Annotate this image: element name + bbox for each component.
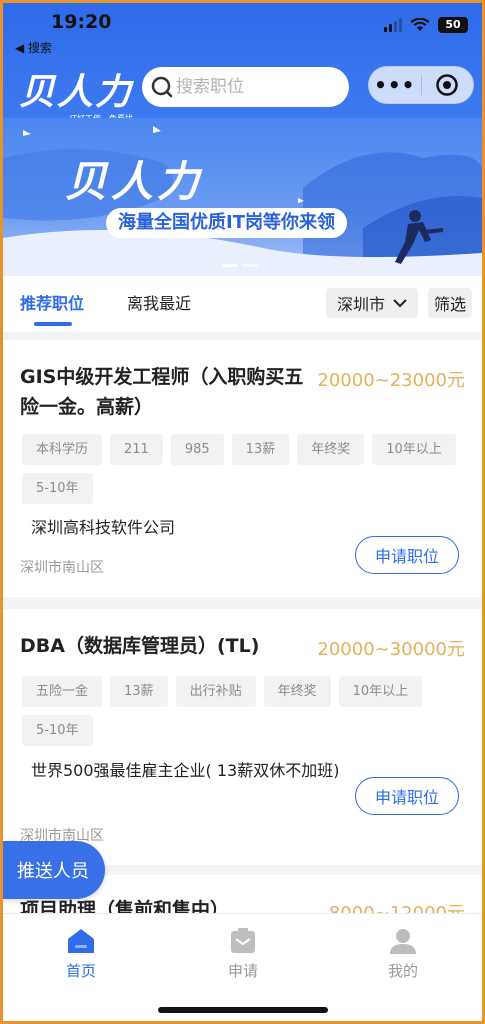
nav-mine-label: 我的 [387, 962, 418, 980]
back-to-search-link[interactable]: ◀ 搜索 [15, 39, 52, 56]
city-label: 深圳市 [336, 295, 385, 314]
job-tag: 10年以上 [338, 676, 423, 707]
target-close-icon [436, 74, 458, 96]
city-selector[interactable]: 深圳市 [326, 288, 418, 318]
cellular-signal-icon [384, 18, 402, 32]
job-tag: 985 [170, 434, 224, 465]
logo-text: 贝人力 [19, 72, 134, 113]
job-tag: 本科学历 [22, 434, 103, 465]
nav-apply[interactable]: 申请 [203, 926, 283, 981]
user-icon [390, 929, 416, 954]
banner-dot [242, 264, 258, 267]
nav-home-label: 首页 [65, 962, 96, 980]
nav-home[interactable]: 首页 [41, 926, 121, 981]
tab-recommended[interactable]: 推荐职位 [20, 290, 84, 314]
battery-icon: 50 [438, 17, 468, 33]
status-icons: 50 [384, 17, 468, 33]
job-tag: 5-10年 [22, 715, 93, 746]
more-options-button[interactable]: ••• [369, 75, 421, 95]
job-tag: 13薪 [110, 676, 168, 707]
home-icon [68, 929, 94, 953]
job-tag: 5-10年 [22, 473, 93, 504]
home-indicator [158, 1007, 328, 1013]
search-box[interactable] [142, 67, 349, 107]
banner-dot-active [222, 264, 238, 267]
nav-apply-label: 申请 [227, 962, 258, 980]
job-tag: 年终奖 [263, 676, 331, 707]
briefcase-icon [231, 928, 255, 953]
phone-screen: 19:20 ◀ 搜索 50 贝人力 IT好工作，免费找 [3, 3, 482, 1021]
job-salary: 20000~23000元 [317, 370, 465, 391]
banner-tagline: 海量全国优质IT岗等你来领 [106, 208, 347, 238]
close-miniprogram-button[interactable] [421, 73, 473, 97]
chevron-down-icon [393, 299, 407, 308]
job-tag: 年终奖 [297, 434, 365, 465]
wifi-icon [410, 18, 430, 31]
job-tags: 五险一金 13薪 出行补贴 年终奖 10年以上 5-10年 [22, 676, 462, 746]
company-name: 世界500强最佳雇主企业( 13薪双休不加班) [31, 761, 340, 780]
apply-job-button[interactable]: 申请职位 [355, 777, 459, 815]
job-tag: 10年以上 [372, 434, 456, 465]
job-tag: 211 [110, 434, 163, 465]
job-tag: 五险一金 [22, 676, 103, 707]
nav-mine[interactable]: 我的 [363, 926, 443, 981]
status-time: 19:20 [51, 11, 112, 33]
job-tag: 13薪 [231, 434, 290, 465]
app-logo: 贝人力 IT好工作，免费找 [19, 63, 133, 124]
push-candidates-button[interactable]: 推送人员 [3, 841, 105, 899]
active-tab-indicator [34, 322, 72, 326]
job-card[interactable]: DBA（数据库管理员）(TL) 20000~30000元 五险一金 13薪 出行… [3, 609, 482, 865]
apply-job-button[interactable]: 申请职位 [355, 536, 459, 574]
banner-title: 贝人力 [65, 157, 204, 206]
job-title: GIS中级开发工程师（入职购买五险一金。高薪） [20, 366, 304, 418]
job-salary: 20000~30000元 [317, 639, 465, 660]
job-tabs-bar: 推荐职位 离我最近 深圳市 筛选 [3, 276, 482, 332]
banner-pagination [222, 264, 258, 267]
job-card[interactable]: GIS中级开发工程师（入职购买五险一金。高薪） 20000~23000元 本科学… [3, 340, 482, 597]
job-location: 深圳市南山区 [20, 560, 104, 576]
tab-nearby[interactable]: 离我最近 [127, 290, 191, 314]
promo-banner[interactable]: 贝人力 海量全国优质IT岗等你来领 [3, 118, 482, 276]
job-title: DBA（数据库管理员）(TL) [20, 635, 260, 657]
app-header: 19:20 ◀ 搜索 50 贝人力 IT好工作，免费找 [3, 3, 482, 124]
job-tags: 本科学历 211 985 13薪 年终奖 10年以上 5-10年 [22, 434, 462, 504]
filter-button[interactable]: 筛选 [428, 288, 472, 318]
search-icon [148, 73, 176, 101]
company-name: 深圳高科技软件公司 [31, 518, 176, 537]
job-tag: 出行补贴 [175, 676, 256, 707]
search-input[interactable] [176, 77, 336, 97]
bottom-nav: 首页 申请 我的 [3, 913, 482, 1021]
miniprogram-capsule: ••• [368, 66, 474, 104]
